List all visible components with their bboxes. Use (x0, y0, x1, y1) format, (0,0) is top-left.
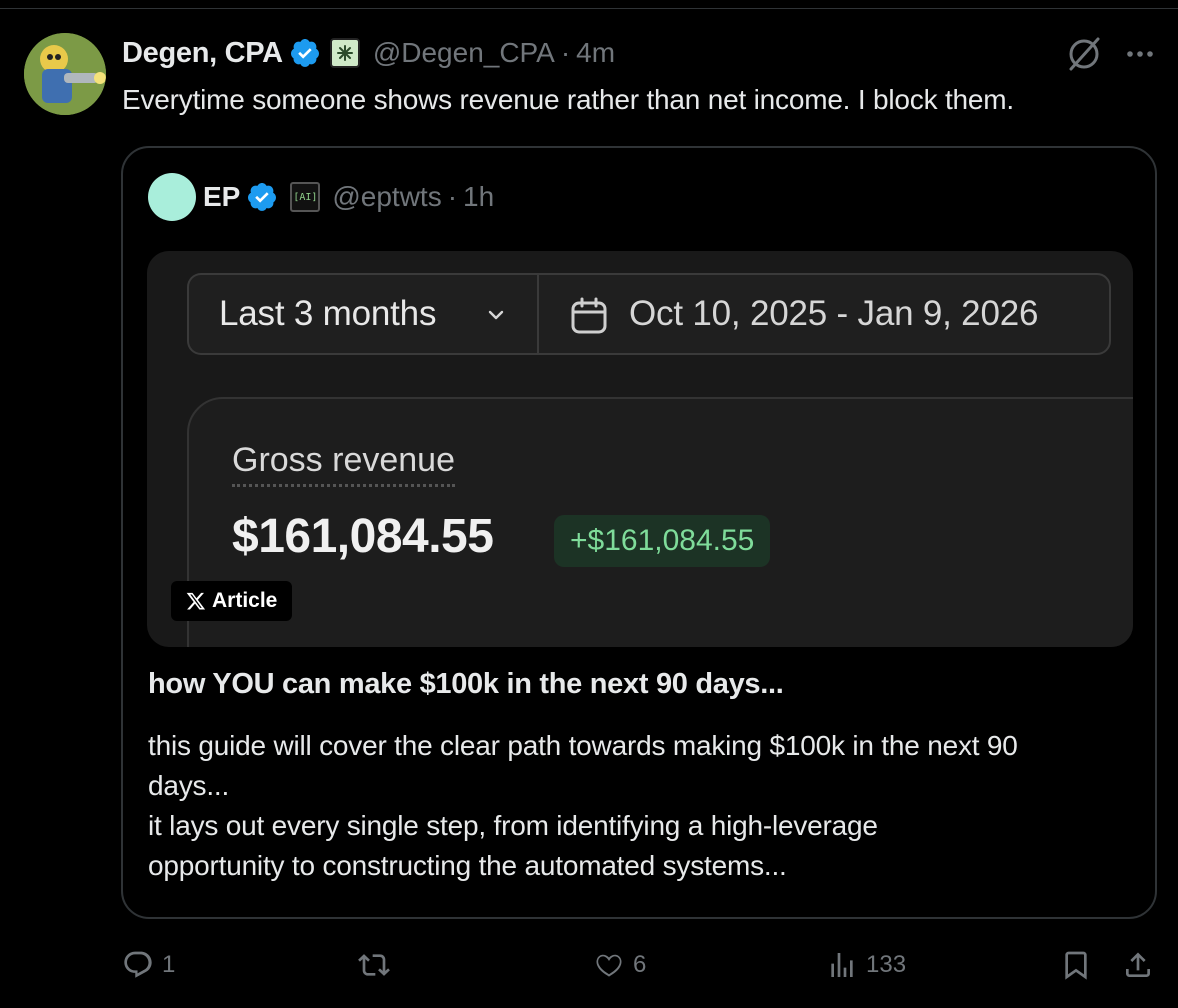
quoted-tweet-card[interactable]: EP [AI] @eptwts · 1h Last 3 months Oct 1… (121, 146, 1157, 919)
bookmark-icon (1065, 951, 1087, 980)
affiliate-badge-icon[interactable] (329, 38, 360, 68)
chevron-down-icon (484, 303, 508, 327)
grok-icon[interactable] (1064, 34, 1104, 74)
repost-icon (358, 954, 390, 976)
reply-count: 1 (162, 951, 176, 978)
tweet-time[interactable]: 4m (576, 37, 615, 69)
article-desc-line: days... (148, 770, 230, 801)
article-description: this guide will cover the clear path tow… (148, 726, 1143, 886)
tweet-header: Degen, CPA @Degen_CPA · 4m (122, 32, 615, 74)
author-handle[interactable]: @Degen_CPA (373, 37, 555, 69)
author-name[interactable]: Degen, CPA (122, 37, 283, 70)
article-desc-line: opportunity to constructing the automate… (148, 850, 787, 881)
article-cover-image[interactable]: Last 3 months Oct 10, 2025 - Jan 9, 2026… (147, 251, 1133, 647)
repost-button[interactable] (358, 940, 390, 990)
article-title[interactable]: how YOU can make $100k in the next 90 da… (148, 668, 784, 701)
range-label: Last 3 months (219, 294, 437, 333)
date-range-text: Oct 10, 2025 - Jan 9, 2026 (629, 294, 1039, 333)
more-options-icon[interactable] (1122, 36, 1158, 72)
quote-author-handle[interactable]: @eptwts (332, 181, 441, 213)
metric-label: Gross revenue (232, 441, 455, 487)
author-avatar[interactable] (24, 33, 106, 115)
views-icon (831, 953, 853, 977)
reply-button[interactable]: 1 (122, 940, 175, 990)
date-range-picker: Oct 10, 2025 - Jan 9, 2026 (537, 273, 1111, 355)
header-separator: · (560, 37, 571, 68)
metric-delta-badge: +$161,084.55 (554, 515, 771, 567)
article-desc-line: it lays out every single step, from iden… (148, 810, 878, 841)
like-count: 6 (633, 951, 647, 978)
bookmark-button[interactable] (1060, 940, 1092, 990)
tweet-text: Everytime someone shows revenue rather t… (122, 84, 1014, 115)
action-bar: 1 6 133 (0, 940, 1178, 990)
quote-verified-badge-icon[interactable] (246, 181, 278, 213)
quote-header: EP [AI] @eptwts · 1h (203, 175, 494, 219)
quote-header-separator: · (447, 181, 458, 212)
heart-icon (596, 954, 622, 977)
calendar-icon (569, 296, 609, 336)
article-desc-line: this guide will cover the clear path tow… (148, 730, 1018, 761)
article-badge-label: Article (212, 589, 278, 612)
metric-card: Gross revenue $161,084.55 +$161,084.55 (187, 397, 1133, 647)
metric-value: $161,084.55 (232, 510, 494, 563)
view-count: 133 (866, 951, 907, 978)
top-divider (0, 8, 1178, 9)
share-icon (1126, 952, 1150, 977)
quote-time[interactable]: 1h (463, 181, 494, 213)
x-logo-icon (186, 592, 206, 610)
article-badge: Article (171, 581, 293, 621)
views-button[interactable]: 133 (826, 940, 906, 990)
quote-author-name[interactable]: EP (203, 181, 240, 213)
reply-icon (124, 951, 152, 978)
like-button[interactable]: 6 (593, 940, 646, 990)
verified-badge-icon[interactable] (289, 37, 321, 69)
quote-author-avatar[interactable] (148, 173, 196, 221)
range-select: Last 3 months (187, 273, 539, 355)
ai-affiliate-badge[interactable]: [AI] (290, 182, 321, 212)
share-button[interactable] (1122, 940, 1154, 990)
